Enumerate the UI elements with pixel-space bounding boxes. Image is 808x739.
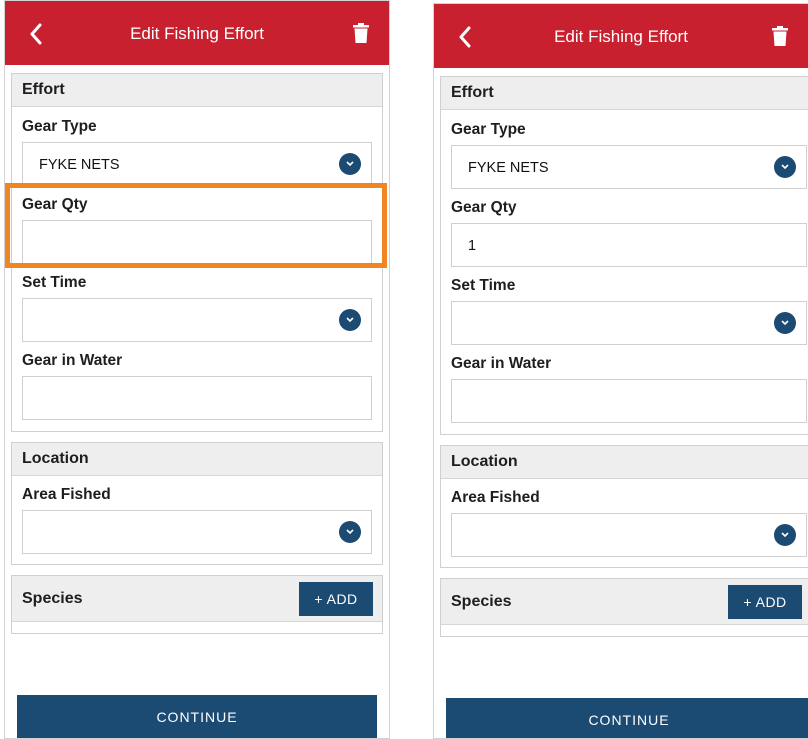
set-time-label: Set Time [22, 274, 87, 291]
gear-type-value: FYKE NETS [468, 160, 549, 176]
chevron-down-icon[interactable] [339, 153, 361, 175]
page-title: Edit Fishing Effort [554, 27, 688, 46]
chevron-down-icon[interactable] [339, 309, 361, 331]
gear-qty-input[interactable] [22, 220, 372, 264]
add-species-button[interactable]: + ADD [299, 582, 373, 616]
set-time-label: Set Time [451, 277, 516, 294]
location-section: Location Area Fished [11, 442, 383, 565]
set-time-select[interactable] [22, 298, 372, 342]
gear-type-value: FYKE NETS [39, 157, 120, 173]
area-fished-select[interactable] [451, 513, 807, 557]
gear-qty-input[interactable]: 1 [451, 223, 807, 267]
species-section-title: Species [22, 590, 83, 607]
effort-section: Effort Gear Type FYKE NETS Gear Qty 1 Se… [440, 76, 808, 435]
species-list [441, 625, 808, 635]
gear-qty-label: Gear Qty [451, 199, 517, 216]
chevron-down-icon[interactable] [774, 524, 796, 546]
chevron-down-icon[interactable] [774, 312, 796, 334]
gear-in-water-input[interactable] [451, 379, 807, 423]
gear-qty-value: 1 [468, 238, 477, 254]
continue-button[interactable]: CONTINUE [17, 695, 377, 738]
continue-button[interactable]: CONTINUE [446, 698, 808, 738]
effort-section: Effort Gear Type FYKE NETS Gear Qty Set … [11, 73, 383, 432]
gear-type-select[interactable]: FYKE NETS [22, 142, 372, 186]
gear-in-water-input[interactable] [22, 376, 372, 420]
app-header: Edit Fishing Effort [5, 1, 389, 65]
chevron-down-icon[interactable] [774, 156, 796, 178]
area-fished-label: Area Fished [22, 486, 111, 503]
location-section: Location Area Fished [440, 445, 808, 568]
delete-trash-icon[interactable] [353, 23, 369, 43]
delete-trash-icon[interactable] [772, 26, 788, 46]
page-title: Edit Fishing Effort [130, 24, 264, 43]
area-fished-label: Area Fished [451, 489, 540, 506]
gear-qty-label: Gear Qty [22, 196, 88, 213]
gear-in-water-label: Gear in Water [451, 355, 552, 372]
location-section-title: Location [441, 446, 808, 479]
gear-in-water-label: Gear in Water [22, 352, 123, 369]
effort-section-title: Effort [12, 74, 382, 107]
gear-type-label: Gear Type [451, 121, 526, 138]
species-section: Species + ADD [440, 578, 808, 637]
area-fished-select[interactable] [22, 510, 372, 554]
gear-type-select[interactable]: FYKE NETS [451, 145, 807, 189]
species-header: Species + ADD [12, 576, 382, 622]
location-section-title: Location [12, 443, 382, 476]
set-time-select[interactable] [451, 301, 807, 345]
species-list [12, 622, 382, 632]
species-section-title: Species [451, 593, 512, 610]
add-species-button[interactable]: + ADD [728, 585, 802, 619]
phone-screen-before: Edit Fishing Effort Effort Gear Type FYK… [4, 0, 390, 739]
gear-type-label: Gear Type [22, 118, 97, 135]
app-header: Edit Fishing Effort [434, 4, 808, 68]
species-section: Species + ADD [11, 575, 383, 634]
species-header: Species + ADD [441, 579, 808, 625]
chevron-down-icon[interactable] [339, 521, 361, 543]
effort-section-title: Effort [441, 77, 808, 110]
phone-screen-after: Edit Fishing Effort Effort Gear Type FYK… [433, 3, 808, 739]
